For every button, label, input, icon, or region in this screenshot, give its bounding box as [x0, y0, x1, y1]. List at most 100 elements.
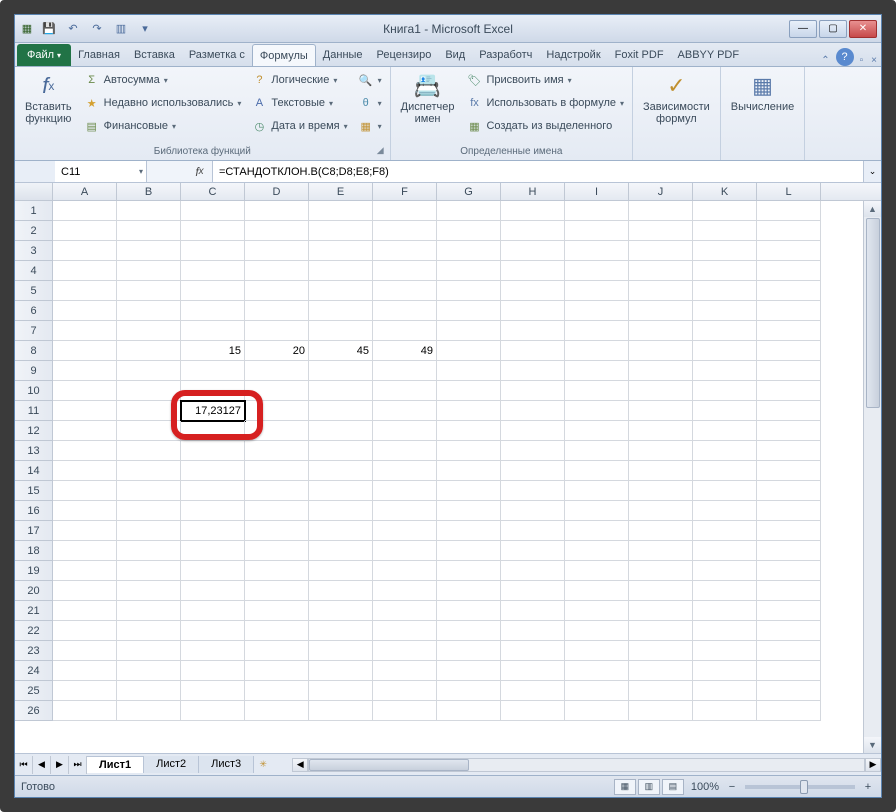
cell-G19[interactable]	[437, 561, 501, 581]
cell-G22[interactable]	[437, 621, 501, 641]
lookup-button[interactable]: 🔍▾	[354, 69, 386, 91]
cell-J9[interactable]	[629, 361, 693, 381]
cell-D10[interactable]	[245, 381, 309, 401]
cell-J17[interactable]	[629, 521, 693, 541]
cell-C17[interactable]	[181, 521, 245, 541]
cell-J7[interactable]	[629, 321, 693, 341]
cell-G14[interactable]	[437, 461, 501, 481]
horizontal-scrollbar[interactable]: ◀ ▶	[292, 758, 881, 772]
vertical-scrollbar[interactable]: ▲ ▼	[863, 201, 881, 753]
window-restore-button[interactable]: ▫	[856, 55, 868, 66]
column-header-L[interactable]: L	[757, 183, 821, 200]
cell-F11[interactable]	[373, 401, 437, 421]
cell-G25[interactable]	[437, 681, 501, 701]
cell-G20[interactable]	[437, 581, 501, 601]
cell-C7[interactable]	[181, 321, 245, 341]
cell-B14[interactable]	[117, 461, 181, 481]
cell-C8[interactable]: 15	[181, 341, 245, 361]
cell-J11[interactable]	[629, 401, 693, 421]
sheet-tab-Лист1[interactable]: Лист1	[87, 756, 144, 773]
cell-F21[interactable]	[373, 601, 437, 621]
first-sheet-button[interactable]: ⏮	[15, 756, 33, 774]
cell-H5[interactable]	[501, 281, 565, 301]
cell-C22[interactable]	[181, 621, 245, 641]
financial-button[interactable]: ▤Финансовые▾	[80, 115, 246, 137]
name-box[interactable]: C11▾	[55, 161, 147, 182]
cell-D14[interactable]	[245, 461, 309, 481]
cell-L19[interactable]	[757, 561, 821, 581]
cell-D20[interactable]	[245, 581, 309, 601]
cell-G18[interactable]	[437, 541, 501, 561]
cell-A12[interactable]	[53, 421, 117, 441]
cell-F24[interactable]	[373, 661, 437, 681]
cell-J26[interactable]	[629, 701, 693, 721]
cell-K19[interactable]	[693, 561, 757, 581]
cell-H6[interactable]	[501, 301, 565, 321]
cell-B25[interactable]	[117, 681, 181, 701]
column-header-K[interactable]: K	[693, 183, 757, 200]
cell-J20[interactable]	[629, 581, 693, 601]
cell-L5[interactable]	[757, 281, 821, 301]
cell-L1[interactable]	[757, 201, 821, 221]
cell-A18[interactable]	[53, 541, 117, 561]
cell-A21[interactable]	[53, 601, 117, 621]
cell-E12[interactable]	[309, 421, 373, 441]
cell-A20[interactable]	[53, 581, 117, 601]
cell-J4[interactable]	[629, 261, 693, 281]
row-header-20[interactable]: 20	[15, 581, 53, 601]
cancel-formula-button[interactable]	[147, 161, 187, 182]
normal-view-button[interactable]: ▦	[614, 779, 636, 795]
cell-H1[interactable]	[501, 201, 565, 221]
cell-B24[interactable]	[117, 661, 181, 681]
row-header-11[interactable]: 11	[15, 401, 53, 421]
cell-J19[interactable]	[629, 561, 693, 581]
sheet-tab-Лист3[interactable]: Лист3	[199, 756, 254, 773]
zoom-slider[interactable]	[745, 785, 855, 789]
cell-C2[interactable]	[181, 221, 245, 241]
cell-D11[interactable]	[245, 401, 309, 421]
column-header-E[interactable]: E	[309, 183, 373, 200]
cell-F17[interactable]	[373, 521, 437, 541]
cell-I24[interactable]	[565, 661, 629, 681]
cell-I12[interactable]	[565, 421, 629, 441]
more-functions-button[interactable]: ▦▾	[354, 115, 386, 137]
cell-I22[interactable]	[565, 621, 629, 641]
cell-H22[interactable]	[501, 621, 565, 641]
column-header-F[interactable]: F	[373, 183, 437, 200]
cell-C13[interactable]	[181, 441, 245, 461]
cell-H3[interactable]	[501, 241, 565, 261]
cell-J22[interactable]	[629, 621, 693, 641]
cell-G21[interactable]	[437, 601, 501, 621]
cell-K20[interactable]	[693, 581, 757, 601]
cell-L13[interactable]	[757, 441, 821, 461]
cell-H17[interactable]	[501, 521, 565, 541]
cell-L11[interactable]	[757, 401, 821, 421]
cell-A19[interactable]	[53, 561, 117, 581]
cell-K25[interactable]	[693, 681, 757, 701]
row-header-1[interactable]: 1	[15, 201, 53, 221]
cell-K17[interactable]	[693, 521, 757, 541]
cell-H18[interactable]	[501, 541, 565, 561]
cell-H16[interactable]	[501, 501, 565, 521]
cell-I8[interactable]	[565, 341, 629, 361]
cell-E21[interactable]	[309, 601, 373, 621]
insert-function-fx-button[interactable]: fx	[187, 161, 213, 182]
cell-B18[interactable]	[117, 541, 181, 561]
cell-F15[interactable]	[373, 481, 437, 501]
cell-B10[interactable]	[117, 381, 181, 401]
prev-sheet-button[interactable]: ◀	[33, 756, 51, 774]
cell-B16[interactable]	[117, 501, 181, 521]
cell-D1[interactable]	[245, 201, 309, 221]
cell-I21[interactable]	[565, 601, 629, 621]
cell-D15[interactable]	[245, 481, 309, 501]
cell-G11[interactable]	[437, 401, 501, 421]
horizontal-scroll-thumb[interactable]	[309, 759, 469, 771]
cell-E19[interactable]	[309, 561, 373, 581]
cell-L12[interactable]	[757, 421, 821, 441]
cell-G8[interactable]	[437, 341, 501, 361]
date-time-button[interactable]: ◷Дата и время▾	[247, 115, 351, 137]
cell-H8[interactable]	[501, 341, 565, 361]
cell-D19[interactable]	[245, 561, 309, 581]
cell-F13[interactable]	[373, 441, 437, 461]
cell-D2[interactable]	[245, 221, 309, 241]
